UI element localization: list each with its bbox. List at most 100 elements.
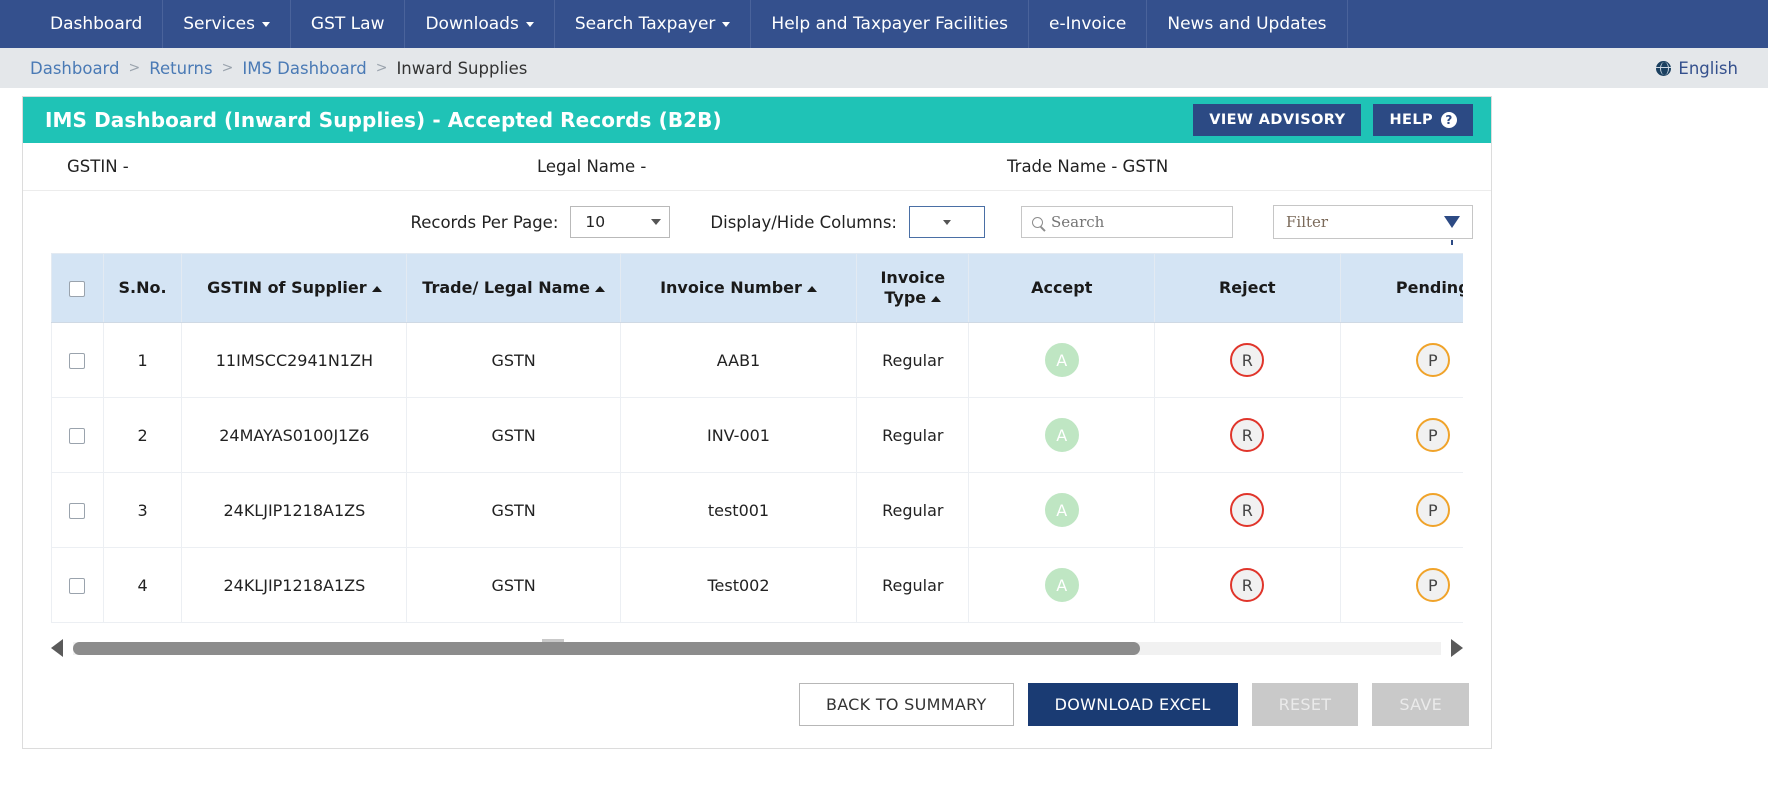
accept-action-button[interactable]: A: [1044, 493, 1079, 527]
nav-item-label: Search Taxpayer: [574, 14, 716, 34]
cell-pending: P: [1339, 472, 1463, 548]
breadcrumb-item-returns[interactable]: Returns: [149, 59, 212, 78]
th-label: Trade/ Legal Name: [422, 278, 590, 297]
th-invoice-type[interactable]: Invoice Type: [856, 253, 970, 323]
th-trade-legal-name[interactable]: Trade/ Legal Name: [406, 253, 621, 323]
scrollbar-track[interactable]: [73, 638, 1441, 655]
select-all-checkbox[interactable]: [69, 280, 86, 297]
breadcrumb: Dashboard > Returns > IMS Dashboard > In…: [0, 48, 1768, 88]
table-body: 1 11IMSCC2941N1ZH GSTN AAB1 Regular A R …: [51, 322, 1463, 623]
th-reject: Reject: [1154, 253, 1341, 323]
table-controls: Records Per Page: 10 Display/Hide Column…: [23, 191, 1491, 253]
sort-ascending-icon: [371, 285, 382, 292]
sort-ascending-icon: [806, 285, 817, 292]
accept-action-button[interactable]: A: [1044, 418, 1079, 452]
accept-action-button[interactable]: A: [1044, 343, 1079, 377]
th-label: GSTIN of Supplier: [207, 278, 367, 297]
th-label: S.No.: [118, 278, 167, 297]
nav-item-search-taxpayer[interactable]: Search Taxpayer: [555, 0, 752, 48]
cell-pending: P: [1339, 322, 1463, 398]
view-advisory-button[interactable]: VIEW ADVISORY: [1193, 104, 1362, 136]
cell-gstin-of-supplier: 24KLJIP1218A1ZS: [181, 547, 408, 623]
th-gstin-of-supplier[interactable]: GSTIN of Supplier: [181, 253, 408, 323]
cell-invoice-number: Test002: [619, 547, 858, 623]
nav-item-news-and-updates[interactable]: News and Updates: [1147, 0, 1348, 48]
card-header: IMS Dashboard (Inward Supplies) - Accept…: [23, 97, 1491, 143]
cell-row-checkbox: [51, 547, 104, 623]
display-hide-columns-dropdown[interactable]: [909, 206, 985, 238]
help-button[interactable]: HELP?: [1373, 104, 1473, 136]
form-actions: BACK TO SUMMARY DOWNLOAD EXCEL RESET SAV…: [23, 661, 1491, 748]
nav-item-services[interactable]: Services: [163, 0, 291, 48]
accept-action-button[interactable]: A: [1044, 568, 1079, 602]
cell-trade-legal-name: GSTN: [406, 547, 621, 623]
pending-action-button[interactable]: P: [1415, 493, 1450, 527]
pending-action-button[interactable]: P: [1415, 343, 1450, 377]
search-input[interactable]: [1051, 213, 1222, 231]
th-label: Invoice Number: [660, 278, 802, 297]
breadcrumb-item-dashboard[interactable]: Dashboard: [30, 59, 120, 78]
cell-accept: A: [968, 547, 1155, 623]
reject-action-button[interactable]: R: [1230, 493, 1265, 527]
gst-portal-page: Dashboard Services GST Law Downloads Sea…: [0, 0, 1768, 800]
nav-item-gst-law[interactable]: GST Law: [291, 0, 406, 48]
chevron-down-icon: [722, 21, 731, 27]
cell-gstin-of-supplier: 24MAYAS0100J1Z6: [181, 397, 408, 473]
nav-item-help-and-taxpayer-facilities[interactable]: Help and Taxpayer Facilities: [751, 0, 1029, 48]
row-checkbox[interactable]: [69, 428, 86, 444]
row-checkbox[interactable]: [69, 578, 86, 594]
ims-dashboard-card: IMS Dashboard (Inward Supplies) - Accept…: [22, 96, 1492, 749]
cell-trade-legal-name: GSTN: [406, 472, 621, 548]
th-select-all: [51, 253, 104, 323]
row-checkbox[interactable]: [69, 503, 86, 519]
cell-reject: R: [1154, 472, 1341, 548]
help-button-label: HELP: [1389, 112, 1433, 128]
cell-reject: R: [1154, 397, 1341, 473]
cell-invoice-type: Regular: [856, 397, 970, 473]
pending-action-button[interactable]: P: [1415, 418, 1450, 452]
cell-pending: P: [1339, 397, 1463, 473]
nav-item-downloads[interactable]: Downloads: [405, 0, 555, 48]
nav-item-e-invoice[interactable]: e-Invoice: [1029, 0, 1148, 48]
reject-action-button[interactable]: R: [1230, 568, 1265, 602]
reject-action-button[interactable]: R: [1230, 343, 1265, 377]
filter-label: Filter: [1286, 213, 1329, 231]
page-title: IMS Dashboard (Inward Supplies) - Accept…: [45, 108, 722, 132]
nav-item-label: News and Updates: [1167, 14, 1327, 34]
gstin-value: GSTIN -: [67, 157, 129, 176]
save-button: SAVE: [1372, 683, 1469, 726]
th-invoice-number[interactable]: Invoice Number: [619, 253, 858, 323]
cell-invoice-type: Regular: [856, 547, 970, 623]
th-label: Accept: [1031, 278, 1093, 297]
search-icon: [1032, 216, 1043, 228]
cell-accept: A: [968, 472, 1155, 548]
nav-item-dashboard[interactable]: Dashboard: [30, 0, 164, 48]
records-per-page-select[interactable]: 10: [570, 206, 671, 238]
cell-invoice-type: Regular: [856, 322, 970, 398]
back-to-summary-button[interactable]: BACK TO SUMMARY: [798, 683, 1014, 726]
cell-gstin-of-supplier: 24KLJIP1218A1ZS: [181, 472, 408, 548]
display-hide-columns-label: Display/Hide Columns:: [710, 212, 897, 232]
scrollbar-thumb[interactable]: [73, 638, 1141, 655]
nav-item-label: Dashboard: [50, 14, 143, 34]
chevron-down-icon: [943, 219, 951, 225]
question-mark-icon: ?: [1441, 112, 1457, 128]
filter-button[interactable]: Filter: [1273, 205, 1473, 245]
cell-invoice-number: INV-001: [619, 397, 858, 473]
table-horizontal-scrollbar[interactable]: [51, 635, 1463, 661]
chevron-down-icon: [525, 21, 534, 27]
language-selector[interactable]: English: [1656, 59, 1738, 78]
row-checkbox[interactable]: [69, 353, 86, 369]
breadcrumb-separator: >: [221, 60, 234, 76]
cell-sno: 1: [102, 322, 183, 398]
trade-name-value: Trade Name - GSTN: [1007, 157, 1169, 176]
cell-reject: R: [1154, 547, 1341, 623]
scroll-left-arrow-icon[interactable]: [51, 639, 63, 657]
chevron-down-icon: [261, 21, 270, 27]
reject-action-button[interactable]: R: [1230, 418, 1265, 452]
cell-pending: P: [1339, 547, 1463, 623]
scroll-right-arrow-icon[interactable]: [1451, 639, 1463, 657]
pending-action-button[interactable]: P: [1415, 568, 1450, 602]
breadcrumb-item-ims-dashboard[interactable]: IMS Dashboard: [242, 59, 366, 78]
download-excel-button[interactable]: DOWNLOAD EXCEL: [1027, 683, 1238, 726]
